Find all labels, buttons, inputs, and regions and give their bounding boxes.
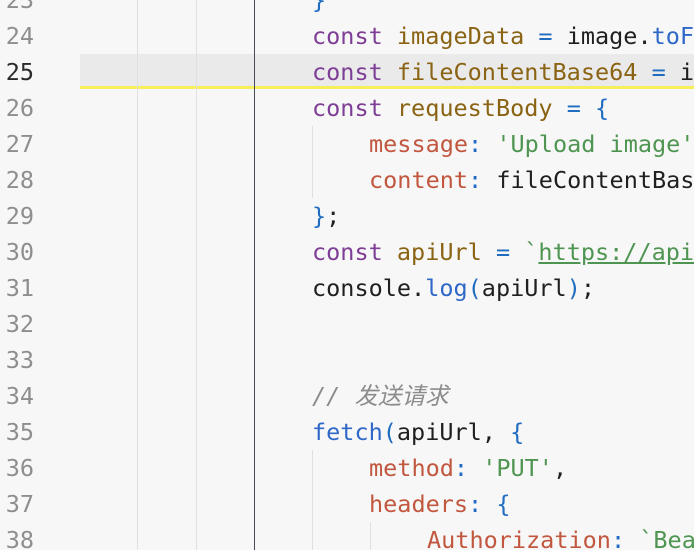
token-comma: , bbox=[552, 454, 568, 482]
token-colon: : bbox=[468, 166, 483, 194]
token-brace: } bbox=[312, 0, 327, 14]
code-line-23: } bbox=[312, 0, 326, 18]
line-number: 38 bbox=[5, 526, 34, 550]
line-number: 26 bbox=[5, 94, 34, 122]
line-number: 33 bbox=[5, 346, 34, 374]
token-keyword: const bbox=[312, 94, 383, 122]
token-method: toF bbox=[651, 22, 694, 50]
code-area[interactable]: } const imageData = image.toF const file… bbox=[80, 0, 694, 550]
code-line-28: content: fileContentBas bbox=[369, 162, 694, 198]
token-string: 'Upload image' bbox=[496, 130, 694, 158]
line-number: 34 bbox=[5, 382, 34, 410]
token-colon: : bbox=[468, 130, 483, 158]
code-line-38: Authorization: `Bea bbox=[427, 522, 694, 550]
token-function: log bbox=[425, 274, 468, 302]
token-brace: } bbox=[312, 202, 327, 230]
token-text: image. bbox=[566, 22, 652, 50]
token-paren: ( bbox=[467, 274, 482, 302]
indent-guide-active bbox=[254, 0, 255, 550]
token-variable: imageData bbox=[396, 22, 525, 50]
token-function: fetch bbox=[312, 418, 383, 446]
token-keyword: const bbox=[312, 58, 383, 86]
token-paren: ) bbox=[566, 274, 581, 302]
token-property: message bbox=[369, 130, 469, 158]
indent-guide bbox=[370, 522, 371, 550]
token-url[interactable]: https://api bbox=[538, 238, 694, 266]
line-number: 29 bbox=[5, 202, 34, 230]
line-number-gutter: 23 24 25 26 27 28 29 30 31 32 33 34 35 3… bbox=[0, 0, 80, 550]
token-brace: { bbox=[496, 490, 511, 518]
token-operator: = bbox=[495, 238, 511, 266]
indent-guide bbox=[137, 0, 138, 550]
token-property: Authorization bbox=[427, 526, 611, 550]
line-number: 32 bbox=[5, 310, 34, 338]
token-operator: = bbox=[651, 58, 666, 86]
line-number: 27 bbox=[5, 130, 34, 158]
token-semicolon: ; bbox=[580, 274, 595, 302]
token-text: i bbox=[679, 58, 694, 86]
token-variable: requestBody bbox=[396, 94, 553, 122]
token-keyword: const bbox=[312, 238, 383, 266]
code-line-34: // 发送请求 bbox=[312, 378, 448, 414]
token-brace: { bbox=[595, 94, 610, 122]
token-operator: = bbox=[566, 94, 581, 122]
line-number: 35 bbox=[5, 418, 34, 446]
code-editor[interactable]: 23 24 25 26 27 28 29 30 31 32 33 34 35 3… bbox=[0, 0, 694, 550]
token-paren: ( bbox=[382, 418, 397, 446]
token-string: `Bea bbox=[639, 526, 694, 550]
token-property: method bbox=[369, 454, 454, 482]
code-line-37: headers: { bbox=[369, 486, 511, 522]
line-number-active: 25 bbox=[5, 58, 34, 86]
token-string: 'PUT' bbox=[482, 454, 553, 482]
token-object: console. bbox=[312, 274, 426, 302]
line-number: 31 bbox=[5, 274, 34, 302]
indent-guide bbox=[196, 0, 197, 550]
line-number: 24 bbox=[5, 22, 34, 50]
line-number: 28 bbox=[5, 166, 34, 194]
token-colon: : bbox=[468, 490, 483, 518]
indent-guide bbox=[312, 450, 313, 550]
token-operator: = bbox=[538, 22, 553, 50]
code-line-27: message: 'Upload image' bbox=[369, 126, 694, 162]
token-variable: fileContentBase64 bbox=[396, 58, 638, 86]
code-line-30: const apiUrl = `https://api bbox=[312, 234, 694, 270]
token-brace: { bbox=[510, 418, 525, 446]
line-number: 23 bbox=[5, 0, 34, 14]
code-line-35: fetch(apiUrl, { bbox=[312, 414, 524, 450]
token-colon: : bbox=[610, 526, 626, 550]
code-line-36: method: 'PUT', bbox=[369, 450, 567, 486]
line-number: 36 bbox=[5, 454, 34, 482]
line-number: 30 bbox=[5, 238, 34, 266]
token-argument: apiUrl, bbox=[396, 418, 496, 446]
code-line-24: const imageData = image.toF bbox=[312, 18, 694, 54]
token-backtick: ` bbox=[524, 238, 539, 266]
code-line-31: console.log(apiUrl); bbox=[312, 270, 595, 306]
token-comment: // 发送请求 bbox=[312, 382, 449, 410]
token-keyword: const bbox=[312, 22, 383, 50]
line-number: 37 bbox=[5, 490, 34, 518]
token-semicolon: ; bbox=[326, 202, 341, 230]
token-property: headers bbox=[369, 490, 469, 518]
token-argument: apiUrl bbox=[481, 274, 567, 302]
code-line-29: }; bbox=[312, 198, 340, 234]
token-property: content bbox=[369, 166, 469, 194]
code-line-25: const fileContentBase64 = i bbox=[312, 54, 694, 90]
token-variable: apiUrl bbox=[396, 238, 482, 266]
token-colon: : bbox=[453, 454, 469, 482]
indent-guide bbox=[312, 126, 313, 198]
code-line-26: const requestBody = { bbox=[312, 90, 609, 126]
token-text: fileContentBas bbox=[496, 166, 694, 194]
